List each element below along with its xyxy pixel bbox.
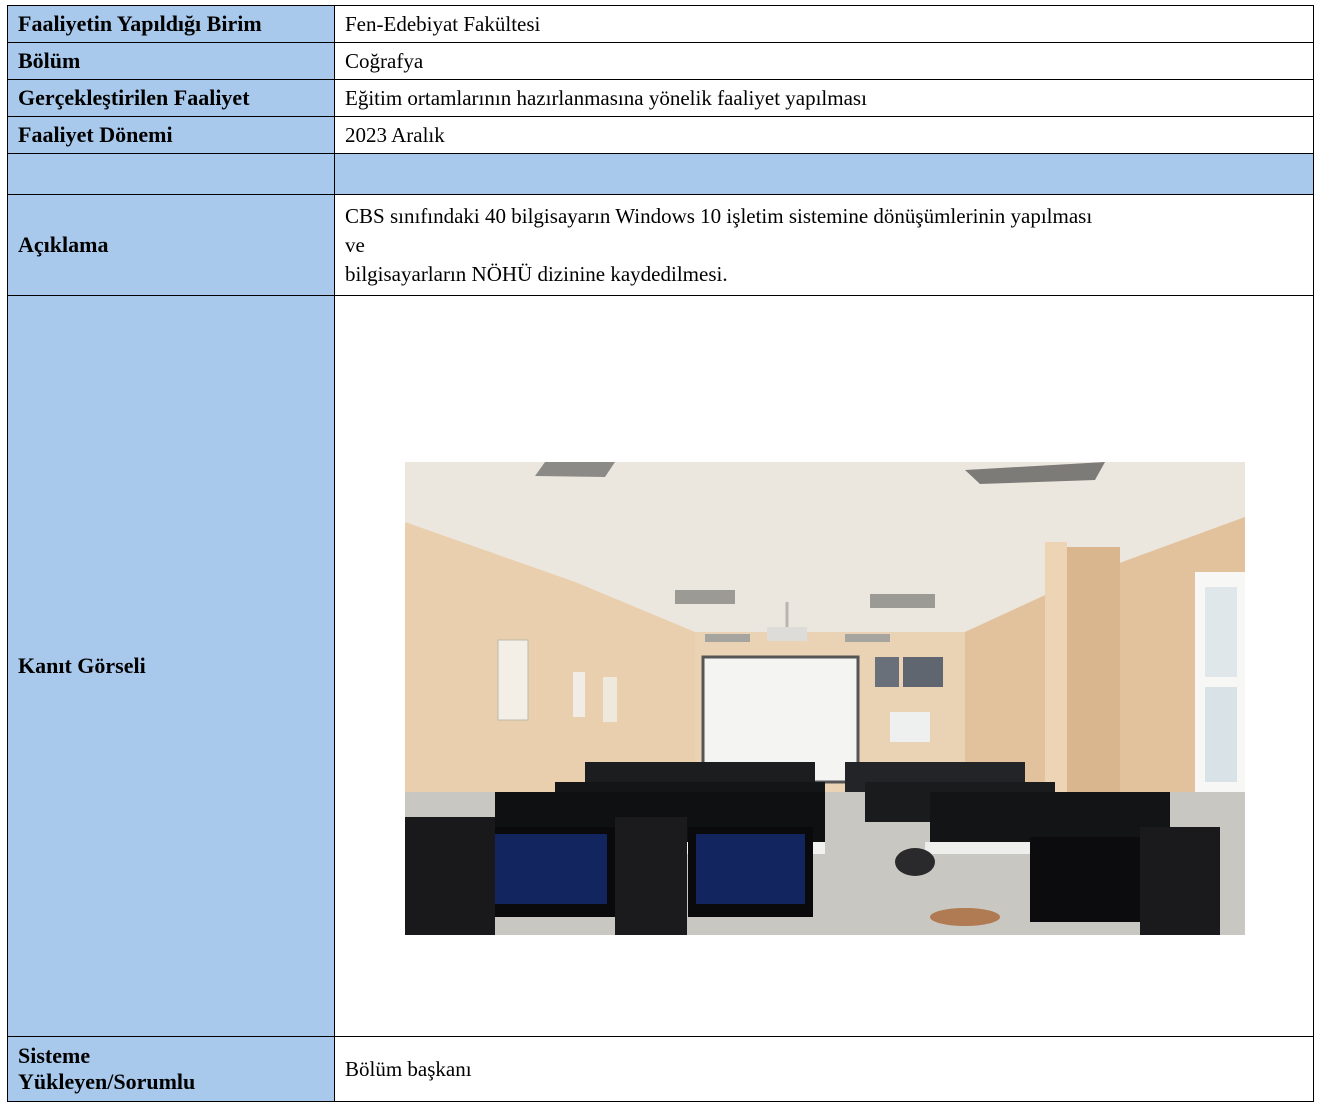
blank-separator-right — [334, 153, 1314, 195]
description-value: CBS sınıfındaki 40 bilgisayarın Windows … — [334, 194, 1314, 296]
period-value: 2023 Aralık — [334, 116, 1314, 154]
activity-form-table: Faaliyetin Yapıldığı Birim Fen-Edebiyat … — [7, 5, 1314, 1102]
activity-value: Eğitim ortamlarının hazırlanmasına yönel… — [334, 79, 1314, 117]
blank-separator-left — [7, 153, 335, 195]
description-label: Açıklama — [7, 194, 335, 296]
period-label: Faaliyet Dönemi — [7, 116, 335, 154]
evidence-label: Kanıt Görseli — [7, 295, 335, 1037]
computer-lab-photo — [405, 462, 1245, 935]
description-line-3: bilgisayarların NÖHÜ dizinine kaydedilme… — [345, 261, 728, 286]
unit-value: Fen-Edebiyat Fakültesi — [334, 5, 1314, 43]
description-line-1: CBS sınıfındaki 40 bilgisayarın Windows … — [345, 203, 1093, 228]
uploader-label-line-2: Yükleyen/Sorumlu — [18, 1069, 196, 1094]
uploader-label: Sisteme Yükleyen/Sorumlu — [7, 1036, 335, 1102]
department-value: Coğrafya — [334, 42, 1314, 80]
department-label: Bölüm — [7, 42, 335, 80]
evidence-image-cell — [334, 295, 1314, 1037]
activity-label: Gerçekleştirilen Faaliyet — [7, 79, 335, 117]
uploader-label-line-1: Sisteme — [18, 1043, 91, 1068]
unit-label: Faaliyetin Yapıldığı Birim — [7, 5, 335, 43]
uploader-value: Bölüm başkanı — [334, 1036, 1314, 1102]
description-line-2: ve — [345, 232, 365, 257]
